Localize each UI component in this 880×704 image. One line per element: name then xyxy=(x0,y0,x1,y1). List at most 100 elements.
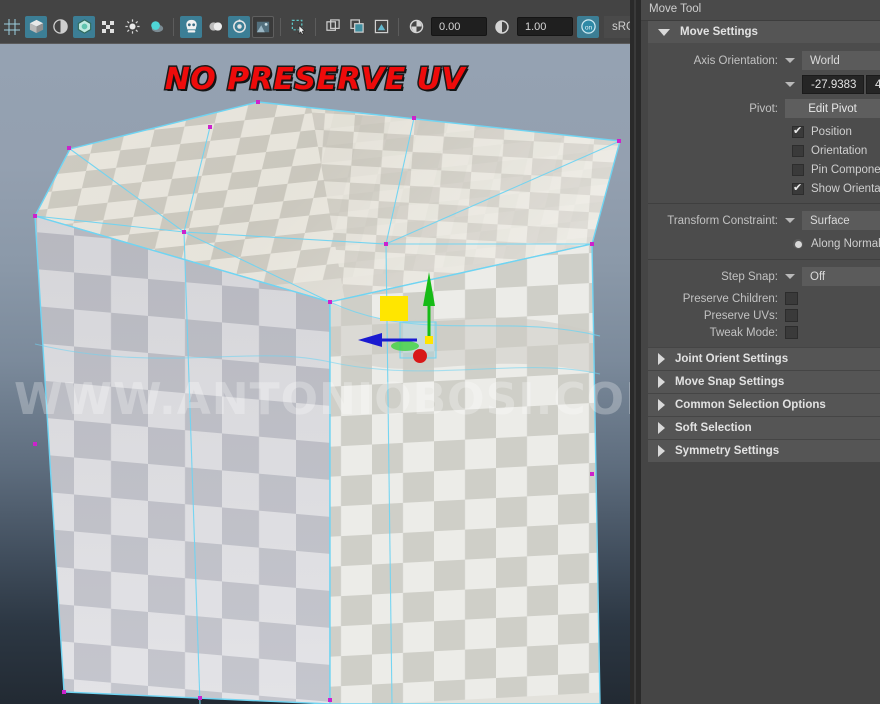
wireframe-on-shaded-icon[interactable] xyxy=(49,16,71,38)
step-snap-select[interactable]: Off xyxy=(802,267,880,286)
along-normals-label: Along Normals xyxy=(811,238,880,250)
toolbar-separator xyxy=(173,17,174,36)
smooth-shade-all-icon-glyph xyxy=(77,19,91,34)
xray-icon-glyph xyxy=(185,19,197,33)
triangle-down-small-icon[interactable] xyxy=(785,274,795,279)
viewport-3d[interactable]: NO PRESERVE UV WWW.ANTONIOBOSI.COM xyxy=(0,44,630,704)
checkbox-tweak-mode[interactable] xyxy=(785,326,798,339)
panel-copy-icon[interactable] xyxy=(346,16,368,38)
tweak-mode-row[interactable]: Tweak Mode: xyxy=(648,324,880,341)
checkbox-position-box[interactable] xyxy=(792,124,804,138)
triangle-right-icon xyxy=(658,422,665,434)
frame-header-soft-selection[interactable]: Soft Selection xyxy=(648,417,880,439)
shadows-icon-glyph xyxy=(150,21,163,33)
checkbox-orientation-box[interactable] xyxy=(792,144,804,157)
viewport-renderer-icon[interactable] xyxy=(252,15,274,38)
smooth-shade-all-icon[interactable] xyxy=(73,15,95,38)
triangle-right-icon xyxy=(658,353,665,365)
panel-copy-icon-glyph xyxy=(349,19,364,33)
pivot-row: Pivot: Edit Pivot xyxy=(648,98,880,119)
triangle-down-small-icon[interactable] xyxy=(785,58,795,63)
shaded-cube-icon-glyph xyxy=(29,19,43,34)
exposure-value[interactable]: 0.00 xyxy=(431,17,487,36)
pivot-checkbox-show-orientation[interactable]: Show Orientation xyxy=(648,179,880,198)
axis-orientation-select[interactable]: World xyxy=(802,51,880,70)
checkbox-preserve-children[interactable] xyxy=(785,292,798,305)
preserve-children-row[interactable]: Preserve Children: xyxy=(648,290,880,307)
triangle-right-icon xyxy=(658,399,665,411)
preserve-uvs-row[interactable]: Preserve UVs: xyxy=(648,307,880,324)
edit-pivot-button[interactable]: Edit Pivot xyxy=(785,99,880,118)
gamma-icon-glyph xyxy=(495,19,509,34)
color-management-toggle-icon-glyph: on xyxy=(580,19,596,34)
frame-header-common-selection-options[interactable]: Common Selection Options xyxy=(648,394,880,416)
axis-value-1[interactable]: -27.9383 xyxy=(802,75,864,94)
radio-along-normals[interactable] xyxy=(793,239,803,249)
checkbox-show-orientation-box[interactable] xyxy=(792,181,804,195)
transform-constraint-row: Transform Constraint: Surface xyxy=(648,210,880,231)
viewport-panel: 0.00 1.00 on sRGB NO PRESERVE UV WWW.ANT… xyxy=(0,0,746,704)
manipulator-axis-z[interactable] xyxy=(413,349,427,363)
axis-orientation-row: Axis Orientation: World xyxy=(648,50,880,71)
use-all-lights-icon-glyph xyxy=(124,19,140,34)
tool-settings-panel: Move Tool Move Settings Axis Orientation… xyxy=(641,0,880,704)
manipulator-plane-handle[interactable] xyxy=(380,296,408,321)
triangle-down-small-icon[interactable] xyxy=(785,218,795,223)
frame-header-move-settings[interactable]: Move Settings xyxy=(648,21,880,43)
shaded-cube-icon[interactable] xyxy=(25,15,47,38)
grid-icon[interactable] xyxy=(1,16,23,38)
frame-header-symmetry-settings[interactable]: Symmetry Settings xyxy=(648,440,880,462)
transform-constraint-label: Transform Constraint: xyxy=(667,214,778,227)
frame-label-move-snap-settings: Move Snap Settings xyxy=(675,376,785,388)
textured-checker-icon[interactable] xyxy=(97,16,119,38)
xray-joints-icon[interactable] xyxy=(204,16,226,38)
step-snap-label: Step Snap: xyxy=(721,270,778,283)
pivot-label: Pivot: xyxy=(749,102,778,115)
frame-header-move-snap-settings[interactable]: Move Snap Settings xyxy=(648,371,880,393)
xray-active-components-icon-glyph xyxy=(232,19,246,33)
checkbox-preserve-uvs[interactable] xyxy=(785,309,798,322)
manipulator-plane-green[interactable] xyxy=(391,341,419,351)
viewport-toolbar: 0.00 1.00 on sRGB xyxy=(0,0,746,44)
pivot-checkbox-pin-component[interactable]: Pin Component xyxy=(648,160,880,179)
frame-label-move-settings: Move Settings xyxy=(680,26,758,38)
toolbar-separator xyxy=(315,17,316,36)
tweak-mode-label: Tweak Mode: xyxy=(709,326,778,339)
pivot-checkbox-orientation[interactable]: Orientation xyxy=(648,141,880,160)
gamma-icon[interactable] xyxy=(491,16,513,38)
gamma-value[interactable]: 1.00 xyxy=(517,17,573,36)
triangle-down-small-icon[interactable] xyxy=(785,82,795,87)
checkbox-pin-component-label: Pin Component xyxy=(811,163,880,176)
axis-orientation-label: Axis Orientation: xyxy=(693,54,778,67)
frame-header-joint-orient-settings[interactable]: Joint Orient Settings xyxy=(648,348,880,370)
svg-text:on: on xyxy=(584,24,592,31)
exposure-icon-glyph xyxy=(409,19,423,34)
shadows-icon[interactable] xyxy=(145,16,167,38)
panel-snapshot-icon[interactable] xyxy=(370,16,392,38)
preserve-uvs-label: Preserve UVs: xyxy=(703,309,778,322)
triangle-right-icon xyxy=(658,445,665,457)
axis-value-2[interactable]: 4 xyxy=(866,75,880,94)
xray-active-components-icon[interactable] xyxy=(228,15,250,38)
transform-constraint-select[interactable]: Surface xyxy=(802,211,880,230)
panel-divider xyxy=(648,203,880,204)
checkbox-show-orientation-label: Show Orientation xyxy=(811,182,880,195)
panel-layout-icon[interactable] xyxy=(322,16,344,38)
preserve-children-label: Preserve Children: xyxy=(682,292,778,305)
xray-icon[interactable] xyxy=(180,15,202,38)
use-all-lights-icon[interactable] xyxy=(121,16,143,38)
viewport-renderer-icon-glyph xyxy=(256,21,270,32)
grid-icon-glyph xyxy=(4,18,20,35)
isolate-select-icon[interactable] xyxy=(287,16,309,38)
checkbox-pin-component-box[interactable] xyxy=(792,163,804,176)
frame-label-symmetry-settings: Symmetry Settings xyxy=(675,445,780,457)
step-snap-row: Step Snap: Off xyxy=(648,266,880,287)
color-management-toggle-icon[interactable]: on xyxy=(577,15,599,38)
exposure-icon[interactable] xyxy=(405,16,427,38)
panel-splitter[interactable] xyxy=(630,0,641,704)
axis-values-row: -27.9383 4 xyxy=(648,74,880,95)
along-normals-row[interactable]: Along Normals xyxy=(648,234,880,254)
panel-layout-icon-glyph xyxy=(325,19,340,31)
manipulator-center-handle[interactable] xyxy=(425,336,433,344)
pivot-checkbox-position[interactable]: Position xyxy=(648,122,880,141)
